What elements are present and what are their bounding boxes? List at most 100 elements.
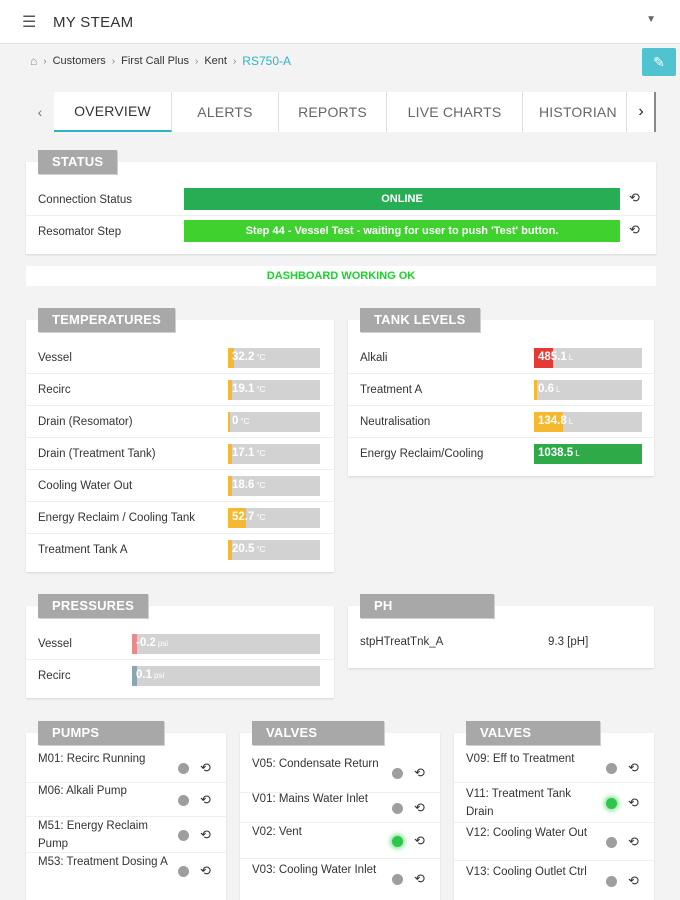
valve-label: V11: Treatment Tank Drain bbox=[466, 788, 572, 818]
history-icon[interactable]: ⟲ bbox=[200, 827, 211, 843]
valve-row: V13: Cooling Outlet Ctrl ⟲ bbox=[454, 861, 654, 900]
temperature-row: Cooling Water Out 18.6 °C bbox=[26, 470, 334, 502]
valve-row: V01: Mains Water Inlet ⟲ bbox=[240, 793, 440, 823]
tank-level-unit: L bbox=[568, 353, 574, 362]
dashboard-status-text: DASHBOARD WORKING OK bbox=[26, 266, 656, 286]
breadcrumb: ⌂ › Customers › First Call Plus › Kent ›… bbox=[30, 52, 291, 70]
temperature-bar: 0 °C bbox=[228, 412, 320, 432]
pressure-row: Vessel -0.2 psi bbox=[26, 628, 334, 660]
temperature-unit: °C bbox=[256, 385, 266, 394]
pump-label: M53: Treatment Dosing A bbox=[38, 856, 168, 868]
tank-level-bar: 134.8 L bbox=[534, 412, 642, 432]
history-icon[interactable]: ⟲ bbox=[628, 795, 639, 811]
valve-label: V01: Mains Water Inlet bbox=[252, 793, 368, 805]
pump-row: M53: Treatment Dosing A ⟲ bbox=[26, 853, 226, 889]
tab-strip: OVERVIEW ALERTS REPORTS LIVE CHARTS HIST… bbox=[54, 92, 628, 132]
pressure-unit: psi bbox=[154, 671, 165, 680]
tank-level-value-number: 134.8 bbox=[538, 415, 567, 427]
valves-panel-2: VALVES V09: Eff to Treatment ⟲ V11: Treatm… bbox=[454, 721, 654, 900]
temperature-bar-fill bbox=[228, 412, 231, 432]
tank-level-value: 0.6 L bbox=[538, 383, 560, 395]
valve-status-dot bbox=[606, 762, 617, 774]
temperature-label: Energy Reclaim / Cooling Tank bbox=[38, 511, 196, 524]
valve-label: V13: Cooling Outlet Ctrl bbox=[466, 866, 587, 878]
tank-level-row: Neutralisation 134.8 L bbox=[348, 406, 654, 438]
tab-alerts[interactable]: ALERTS bbox=[172, 92, 279, 132]
history-icon[interactable]: ⟲ bbox=[629, 222, 640, 238]
temperature-row: Drain (Treatment Tank) 17.1 °C bbox=[26, 438, 334, 470]
tank-level-unit: L bbox=[556, 385, 561, 394]
tab-historian[interactable]: HISTORIAN bbox=[523, 92, 627, 132]
tab-scroll-left[interactable]: ‹ bbox=[26, 92, 54, 132]
history-icon[interactable]: ⟲ bbox=[414, 800, 425, 816]
tank-level-value: 485.1 L bbox=[538, 351, 573, 363]
temperature-value-number: 20.5 bbox=[232, 543, 255, 555]
history-icon[interactable]: ⟲ bbox=[200, 863, 211, 879]
tank-level-value-number: 485.1 bbox=[538, 351, 567, 363]
valve-row: V03: Cooling Water Inlet ⟲ bbox=[240, 859, 440, 899]
hamburger-icon[interactable]: ☰ bbox=[22, 12, 36, 32]
history-icon[interactable]: ⟲ bbox=[414, 871, 425, 887]
pressure-value-number: 0.1 bbox=[136, 669, 152, 681]
pressure-row: Recirc 0.1 psi bbox=[26, 660, 334, 692]
tab-reports[interactable]: REPORTS bbox=[279, 92, 387, 132]
history-icon[interactable]: ⟲ bbox=[414, 765, 425, 781]
temperature-bar: 18.6 °C bbox=[228, 476, 320, 496]
temperature-unit: °C bbox=[256, 513, 266, 522]
breadcrumb-customers[interactable]: Customers bbox=[53, 55, 106, 67]
temperature-value: 17.1 °C bbox=[232, 447, 265, 459]
temperature-value: 19.1 °C bbox=[232, 383, 265, 395]
temperature-value: 20.5 °C bbox=[232, 543, 265, 555]
pump-status-dot bbox=[178, 762, 189, 774]
tab-overview[interactable]: OVERVIEW bbox=[54, 92, 172, 132]
temperature-row: Drain (Resomator) 0 °C bbox=[26, 406, 334, 438]
tank-level-label: Neutralisation bbox=[360, 415, 431, 428]
tab-live-charts[interactable]: LIVE CHARTS bbox=[387, 92, 523, 132]
tank-level-value: 1038.5 L bbox=[538, 447, 580, 459]
history-icon[interactable]: ⟲ bbox=[200, 760, 211, 776]
valves-title: VALVES bbox=[252, 721, 384, 745]
history-icon[interactable]: ⟲ bbox=[414, 833, 425, 849]
temperature-value: 52.7 °C bbox=[232, 511, 265, 523]
chevron-right-icon: › bbox=[43, 55, 47, 67]
valve-row: V12: Cooling Water Out ⟲ bbox=[454, 823, 654, 861]
caret-down-icon[interactable]: ▼ bbox=[646, 14, 656, 25]
valve-row: V09: Eff to Treatment ⟲ bbox=[454, 753, 654, 783]
resomator-step-value: Step 44 - Vessel Test - waiting for user… bbox=[184, 220, 620, 242]
temperature-unit: °C bbox=[256, 353, 266, 362]
breadcrumb-site[interactable]: Kent bbox=[204, 55, 227, 67]
temperature-row: Energy Reclaim / Cooling Tank 52.7 °C bbox=[26, 502, 334, 534]
temperature-unit: °C bbox=[256, 481, 266, 490]
home-icon[interactable]: ⌂ bbox=[30, 54, 37, 68]
tab-scroll-right[interactable]: › bbox=[628, 92, 656, 132]
chevron-right-icon: › bbox=[111, 55, 116, 67]
pump-label: M01: Recirc Running bbox=[38, 753, 146, 765]
history-icon[interactable]: ⟲ bbox=[628, 873, 639, 889]
temperature-value-number: 32.2 bbox=[232, 351, 255, 363]
temperature-label: Drain (Resomator) bbox=[38, 415, 133, 428]
history-icon[interactable]: ⟲ bbox=[628, 834, 639, 850]
temperature-unit: °C bbox=[240, 417, 250, 426]
history-icon[interactable]: ⟲ bbox=[200, 792, 211, 808]
ph-value: 9.3 [pH] bbox=[548, 636, 589, 648]
valves-title: VALVES bbox=[466, 721, 600, 745]
pump-row: M01: Recirc Running ⟲ bbox=[26, 753, 226, 783]
tank-levels-title: TANK LEVELS bbox=[360, 308, 480, 332]
tank-level-bar: 1038.5 L bbox=[534, 444, 642, 464]
pressure-value: 0.1 psi bbox=[136, 669, 164, 681]
pump-row: M06: Alkali Pump ⟲ bbox=[26, 783, 226, 817]
history-icon[interactable]: ⟲ bbox=[628, 760, 639, 776]
history-icon[interactable]: ⟲ bbox=[629, 190, 640, 206]
temperature-value-number: 17.1 bbox=[232, 447, 255, 459]
app-title: MY STEAM bbox=[53, 14, 134, 31]
valves-panel-1: VALVES V05: Condensate Return ⟲ V01: Mains… bbox=[240, 721, 440, 900]
temperature-value: 18.6 °C bbox=[232, 479, 265, 491]
tank-level-row: Alkali 485.1 L bbox=[348, 342, 654, 374]
temperature-unit: °C bbox=[256, 545, 266, 554]
breadcrumb-customer[interactable]: First Call Plus bbox=[121, 55, 189, 67]
valve-status-dot bbox=[392, 835, 403, 847]
edit-button[interactable]: ✎ bbox=[642, 48, 676, 76]
valve-label: V12: Cooling Water Out bbox=[466, 827, 588, 839]
tank-level-bar: 0.6 L bbox=[534, 380, 642, 400]
valve-label: V02: Vent bbox=[252, 826, 302, 838]
